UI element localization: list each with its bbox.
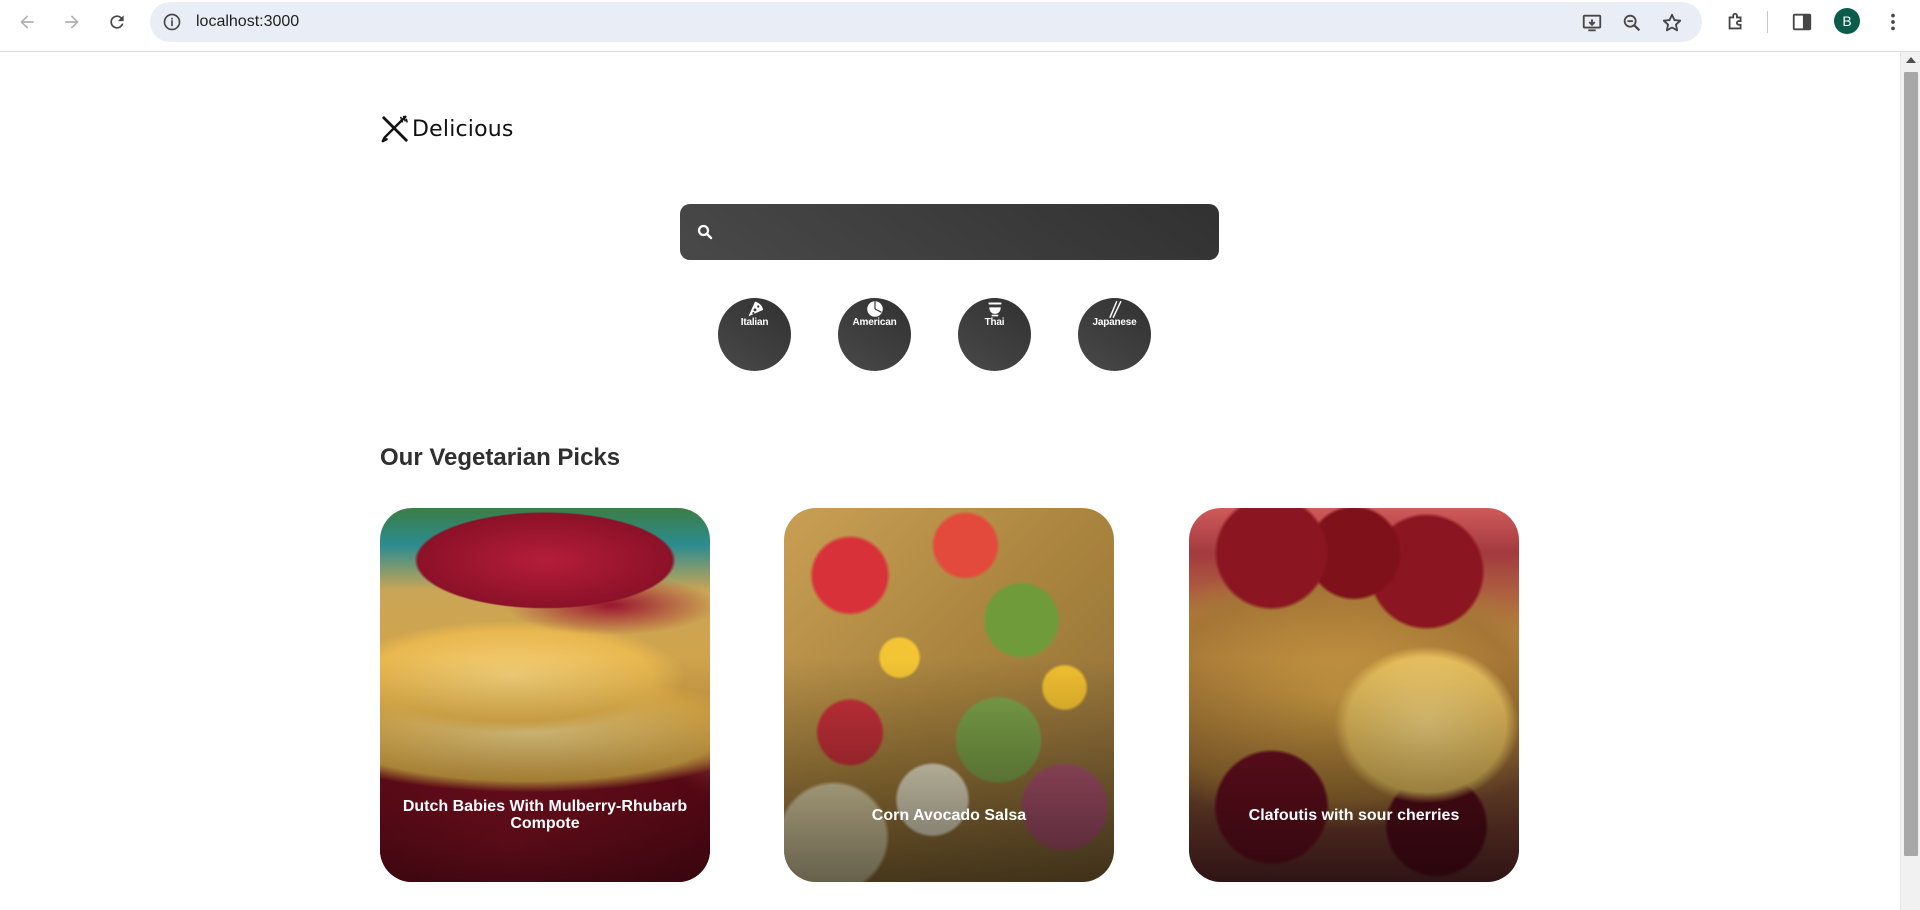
site-logo[interactable]: Delicious: [380, 114, 514, 144]
chopsticks-icon: [1108, 300, 1121, 318]
browser-toolbar: localhost:3000 B: [0, 0, 1920, 52]
recipe-title: Corn Avocado Salsa: [871, 806, 1027, 824]
install-app-button[interactable]: [1580, 11, 1604, 35]
toolbar-divider: [1767, 11, 1768, 33]
category-italian[interactable]: Italian: [718, 298, 791, 371]
fork-knife-icon: [381, 115, 408, 143]
search-input[interactable]: [726, 212, 1206, 252]
zoom-icon: [1623, 14, 1641, 32]
category-label: American: [852, 317, 897, 328]
pizza-icon: [747, 301, 763, 317]
burger-icon: [866, 301, 883, 317]
more-vertical-icon: [1891, 13, 1895, 31]
arrow-left-icon: [20, 15, 34, 29]
puzzle-icon: [1728, 12, 1742, 30]
forward-button[interactable]: [59, 9, 85, 35]
address-bar[interactable]: localhost:3000: [150, 2, 1702, 42]
scroll-up-arrow[interactable]: [1906, 57, 1916, 63]
section-title: Our Vegetarian Picks: [380, 444, 621, 471]
info-icon[interactable]: [162, 12, 182, 32]
recipe-card[interactable]: Clafoutis with sour cherries: [1189, 508, 1519, 882]
side-panel-button[interactable]: [1789, 9, 1815, 35]
profile-avatar[interactable]: B: [1834, 8, 1860, 34]
recipe-title: Dutch Babies With Mulberry-Rhubarb Compo…: [402, 798, 688, 832]
back-button[interactable]: [14, 9, 40, 35]
url-text[interactable]: localhost:3000: [196, 13, 299, 31]
extensions-button[interactable]: [1723, 9, 1749, 35]
noodle-bowl-icon: [987, 302, 1002, 317]
recipe-card[interactable]: Corn Avocado Salsa: [784, 508, 1114, 882]
install-icon: [1582, 14, 1602, 32]
reload-button[interactable]: [104, 9, 130, 35]
category-label: Japanese: [1092, 317, 1137, 328]
arrow-right-icon: [65, 15, 79, 29]
page-scrollbar[interactable]: [1900, 52, 1920, 910]
star-icon: [1662, 13, 1682, 32]
scroll-thumb[interactable]: [1904, 72, 1918, 856]
menu-button[interactable]: [1880, 9, 1906, 35]
search-icon: [697, 224, 713, 240]
zoom-button[interactable]: [1620, 11, 1644, 35]
search-bar[interactable]: [680, 204, 1219, 260]
reload-icon: [110, 15, 124, 29]
side-panel-icon: [1792, 13, 1812, 31]
category-thai[interactable]: Thai: [958, 298, 1031, 371]
recipe-card[interactable]: Dutch Babies With Mulberry-Rhubarb Compo…: [380, 508, 710, 882]
bookmark-button[interactable]: [1660, 11, 1684, 35]
category-label: Thai: [984, 317, 1005, 328]
category-label: Italian: [740, 317, 769, 328]
category-japanese[interactable]: Japanese: [1078, 298, 1151, 371]
recipe-title: Clafoutis with sour cherries: [1248, 806, 1460, 824]
logo-text: Delicious: [412, 116, 514, 142]
category-american[interactable]: American: [838, 298, 911, 371]
